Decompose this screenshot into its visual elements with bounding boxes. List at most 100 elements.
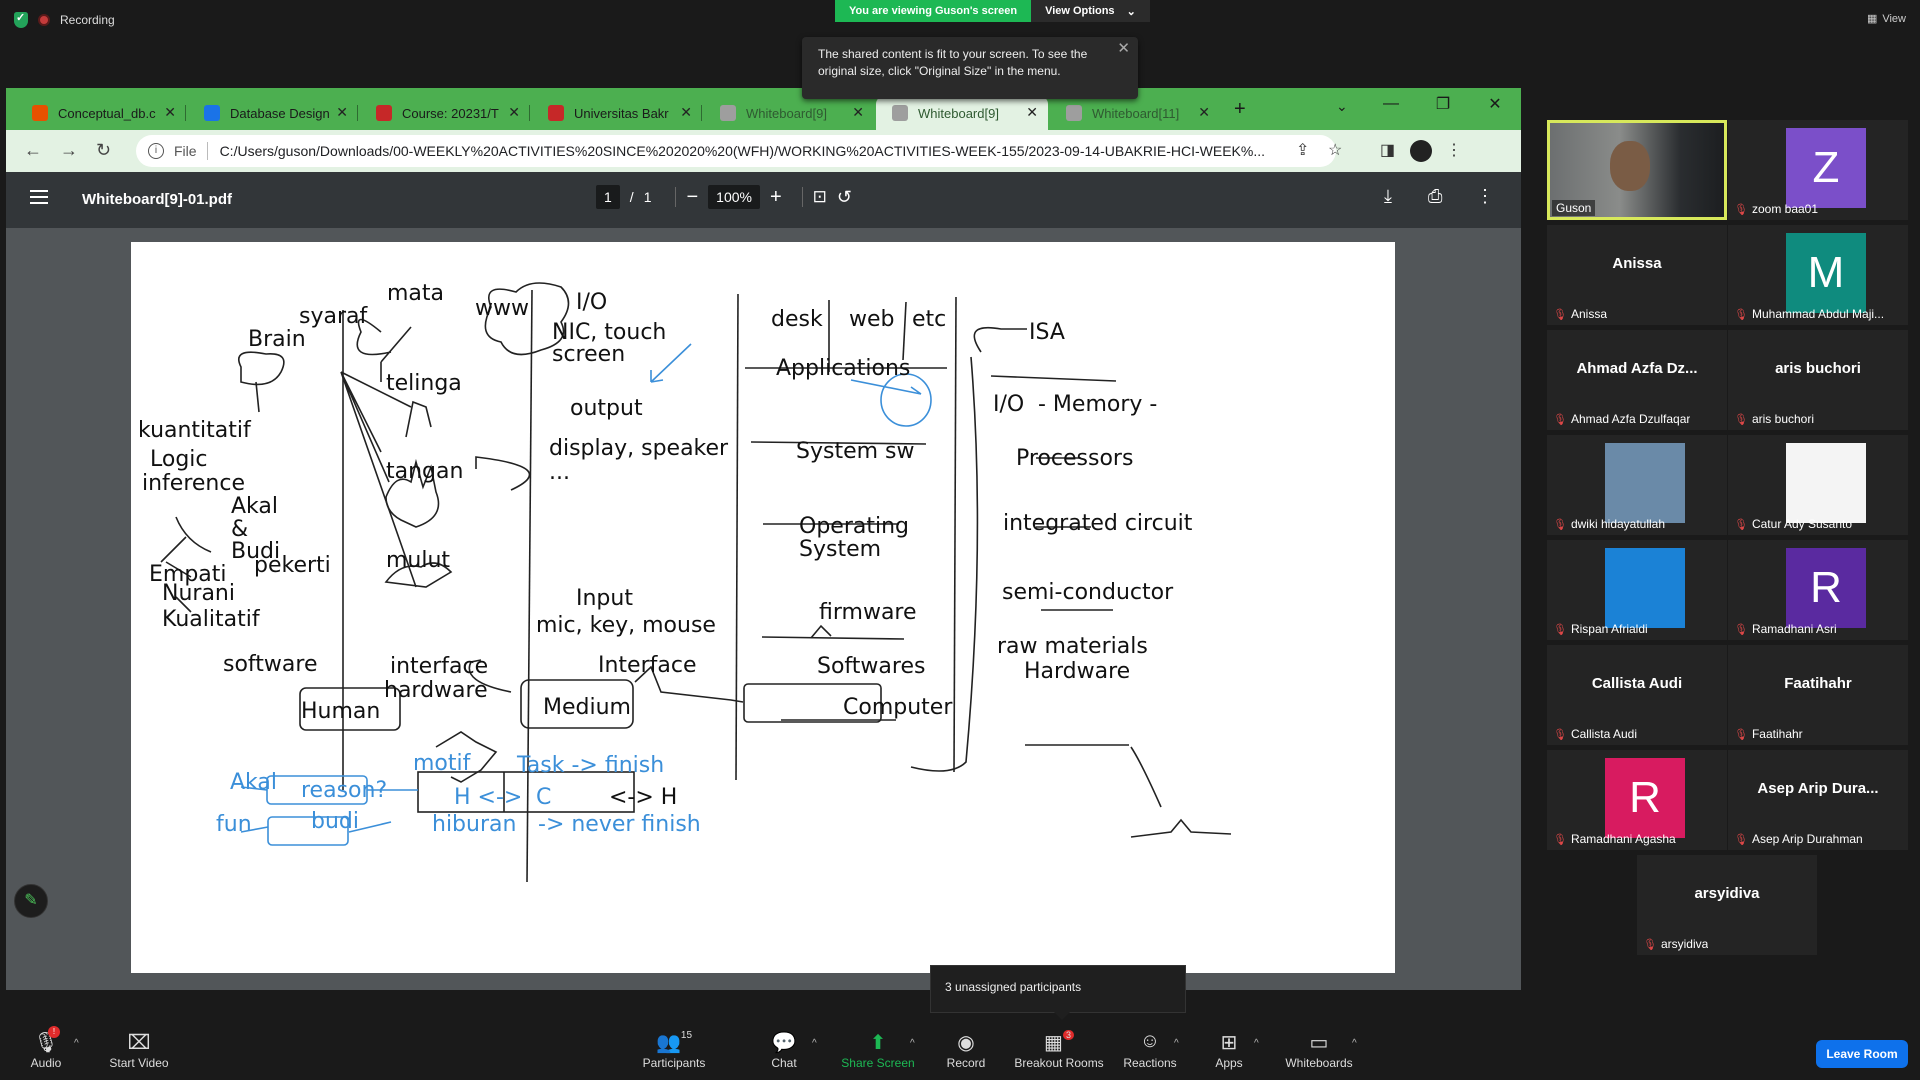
view-options-button[interactable]: View Options ⌄ <box>1031 0 1150 22</box>
participant-name-tag: Guson <box>1552 200 1596 216</box>
zoom-out-icon[interactable]: − <box>686 186 698 209</box>
profile-avatar[interactable] <box>1410 140 1432 162</box>
close-icon[interactable]: ✕ <box>336 104 348 121</box>
wb-text: www <box>475 296 529 321</box>
audio-button[interactable]: 🎙! Audio <box>28 1026 64 1070</box>
download-icon[interactable]: ⤓ <box>1384 186 1392 207</box>
leave-room-button[interactable]: Leave Room <box>1816 1040 1908 1068</box>
apps-button[interactable]: ⊞ Apps <box>1214 1030 1244 1070</box>
participant-name-tag: 🎙 Muhammad Abdul Maji... <box>1734 307 1884 321</box>
chat-button[interactable]: 💬 Chat <box>764 1030 804 1070</box>
participant-tile[interactable]: Faatihahr 🎙 Faatihahr <box>1728 645 1908 745</box>
recording-indicator[interactable]: Recording <box>14 11 115 28</box>
wb-text: System sw <box>796 439 915 464</box>
participants-button[interactable]: 👥15 Participants <box>640 1030 708 1070</box>
whiteboards-button[interactable]: ▭ Whiteboards <box>1284 1030 1354 1070</box>
participant-name: dwiki hidayatullah <box>1570 517 1666 531</box>
close-icon[interactable]: ✕ <box>680 104 692 121</box>
breakout-rooms-button[interactable]: ▦ 3 Breakout Rooms <box>1014 1030 1104 1070</box>
audio-label: Audio <box>30 1056 62 1070</box>
reload-icon[interactable]: ↻ <box>96 140 111 161</box>
wb-text-blue: budi <box>311 809 359 834</box>
participant-tile[interactable]: Guson <box>1547 120 1727 220</box>
participant-name: Callista Audi <box>1570 727 1638 741</box>
participant-name: Catur Ady Susanto <box>1751 517 1853 531</box>
participant-tile[interactable]: M 🎙 Muhammad Abdul Maji... <box>1728 225 1908 325</box>
more-options-icon[interactable]: ⋮ <box>1476 186 1494 207</box>
page-number-input[interactable]: 1 <box>596 185 620 209</box>
back-icon[interactable]: ← <box>24 140 42 161</box>
info-icon[interactable]: i <box>148 143 164 159</box>
avatar: M <box>1786 233 1866 313</box>
start-video-button[interactable]: ⌧ Start Video <box>106 1030 172 1070</box>
forward-icon[interactable]: → <box>60 140 78 161</box>
browser-tab[interactable]: Universitas Bakr ✕ <box>532 96 702 130</box>
audio-options-caret-icon[interactable]: ^ <box>74 1038 79 1049</box>
reactions-caret-icon[interactable]: ^ <box>1174 1038 1179 1049</box>
participant-tile[interactable]: 🎙 Catur Ady Susanto <box>1728 435 1908 535</box>
print-icon[interactable]: ⎙ <box>1428 186 1442 207</box>
side-panel-icon[interactable]: ◨ <box>1380 140 1395 160</box>
participant-tile[interactable]: Asep Arip Dura... 🎙 Asep Arip Durahman <box>1728 750 1908 850</box>
close-icon[interactable]: ✕ <box>852 104 864 121</box>
wb-text: integrated circuit <box>1003 511 1193 536</box>
browser-tab[interactable]: Whiteboard[9] ✕ <box>704 96 874 130</box>
participant-tile[interactable]: Callista Audi 🎙 Callista Audi <box>1547 645 1727 745</box>
browser-tab-active[interactable]: Whiteboard[9] ✕ <box>876 96 1048 130</box>
reactions-button[interactable]: ☺ Reactions <box>1122 1030 1178 1070</box>
profile-photo <box>1786 443 1866 523</box>
menu-icon[interactable] <box>30 190 48 204</box>
close-icon[interactable]: ✕ <box>1117 40 1130 57</box>
mic-muted-icon: 🎙 <box>1734 728 1748 741</box>
browser-tab[interactable]: Course: 20231/T ✕ <box>360 96 530 130</box>
fit-page-icon[interactable]: ⊡ <box>813 187 827 207</box>
close-icon[interactable]: ✕ <box>1198 104 1210 121</box>
participant-name-tag: 🎙 Catur Ady Susanto <box>1734 517 1852 531</box>
close-icon[interactable]: ✕ <box>508 104 520 121</box>
share-screen-button[interactable]: ⬆ Share Screen <box>838 1030 918 1070</box>
chat-options-caret-icon[interactable]: ^ <box>812 1038 817 1049</box>
recording-icon <box>38 14 50 26</box>
view-button[interactable]: ▦ View <box>1866 12 1906 26</box>
close-icon[interactable]: ✕ <box>164 104 176 121</box>
participant-tile[interactable]: Anissa 🎙 Anissa <box>1547 225 1727 325</box>
chat-label: Chat <box>771 1056 797 1070</box>
participant-tile[interactable]: 🎙 Rispan Afrialdi <box>1547 540 1727 640</box>
participant-tile[interactable]: Ahmad Azfa Dz... 🎙 Ahmad Azfa Dzulfaqar <box>1547 330 1727 430</box>
browser-tab[interactable]: Whiteboard[11] ✕ <box>1050 96 1220 130</box>
share-icon[interactable]: ⇪ <box>1296 140 1309 160</box>
apps-caret-icon[interactable]: ^ <box>1254 1038 1259 1049</box>
participant-tile[interactable]: arsyidiva 🎙 arsyidiva <box>1637 855 1817 955</box>
whiteboard-drawing: mata syaraf www I/O NIC, touch screen Br… <box>138 281 1232 883</box>
participant-tile[interactable]: R 🎙 Ramadhani Agasha <box>1547 750 1727 850</box>
security-shield-icon <box>14 11 28 28</box>
browser-tab[interactable]: Conceptual_db.c ✕ <box>16 96 186 130</box>
zoom-level-input[interactable]: 100% <box>708 185 760 209</box>
participant-name: Anissa <box>1570 307 1607 321</box>
bookmark-star-icon[interactable]: ☆ <box>1328 140 1342 160</box>
tab-search-icon[interactable]: ⌄ <box>1336 98 1348 115</box>
apps-icon: ⊞ <box>1220 1032 1238 1054</box>
grid-view-icon: ▦ <box>1866 13 1878 25</box>
participant-tile[interactable]: Z 🎙 zoom baa01 <box>1728 120 1908 220</box>
participant-tile[interactable]: aris buchori 🎙 aris buchori <box>1728 330 1908 430</box>
more-menu-icon[interactable]: ⋮ <box>1446 140 1462 160</box>
minimize-icon[interactable]: — <box>1365 88 1417 120</box>
close-window-icon[interactable]: ✕ <box>1469 88 1521 120</box>
annotate-pencil-icon[interactable]: ✎ <box>14 884 48 918</box>
participant-tile[interactable]: R 🎙 Ramadhani Asri <box>1728 540 1908 640</box>
new-tab-icon[interactable]: + <box>1234 98 1246 121</box>
shared-screen: Conceptual_db.c ✕ Database Design ✕ Cour… <box>6 88 1521 990</box>
share-options-caret-icon[interactable]: ^ <box>910 1038 915 1049</box>
unassigned-participants-popup[interactable]: 3 unassigned participants <box>930 965 1186 1020</box>
restore-icon[interactable]: ❐ <box>1417 88 1469 120</box>
whiteboards-caret-icon[interactable]: ^ <box>1352 1038 1357 1049</box>
browser-tab[interactable]: Database Design ✕ <box>188 96 358 130</box>
close-icon[interactable]: ✕ <box>1026 104 1038 121</box>
participant-name-tag: 🎙 Anissa <box>1553 307 1607 321</box>
record-button[interactable]: ◉ Record <box>944 1030 988 1070</box>
participant-tile[interactable]: 🎙 dwiki hidayatullah <box>1547 435 1727 535</box>
url-field[interactable]: i File C:/Users/guson/Downloads/00-WEEKL… <box>136 135 1336 167</box>
rotate-icon[interactable]: ↺ <box>837 187 852 208</box>
zoom-in-icon[interactable]: + <box>770 186 782 209</box>
